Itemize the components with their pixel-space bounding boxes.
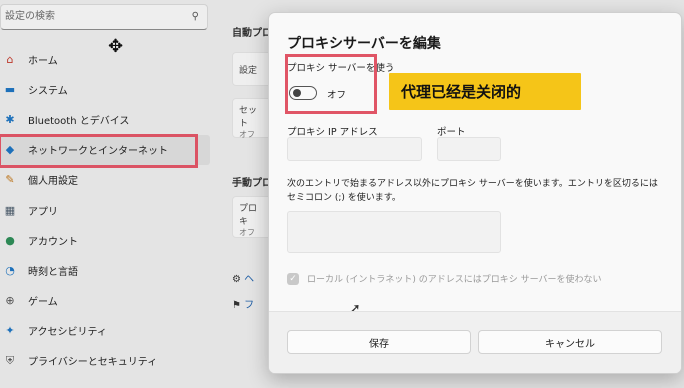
local-bypass-checkbox[interactable]: ✓ bbox=[287, 272, 299, 285]
local-bypass-label: ローカル (イントラネット) のアドレスにはプロキシ サーバーを使わない bbox=[307, 275, 602, 285]
port-label: ポート bbox=[437, 127, 466, 138]
local-bypass-row[interactable]: ✓ ローカル (イントラネット) のアドレスにはプロキシ サーバーを使わない bbox=[287, 272, 602, 285]
proxy-ip-label: プロキシ IP アドレス bbox=[287, 127, 378, 138]
exceptions-input[interactable] bbox=[287, 211, 501, 253]
exceptions-description: 次のエントリで始まるアドレス以外にプロキシ サーバーを使います。エントリを区切る… bbox=[287, 179, 658, 203]
cancel-button[interactable]: キャンセル bbox=[478, 330, 662, 354]
annotation-label: 代理已经是关闭的 bbox=[389, 73, 581, 110]
dialog-title: プロキシサーバーを編集 bbox=[287, 36, 441, 52]
toggle-highlight-box bbox=[285, 54, 377, 114]
proxy-ip-input[interactable] bbox=[287, 137, 422, 161]
edit-proxy-dialog: プロキシサーバーを編集 プロキシ サーバーを使う オフ 代理已经是关闭的 プロキ… bbox=[268, 12, 682, 374]
port-input[interactable] bbox=[437, 137, 501, 161]
dialog-footer: 保存 キャンセル bbox=[269, 311, 681, 373]
save-button[interactable]: 保存 bbox=[287, 330, 471, 354]
